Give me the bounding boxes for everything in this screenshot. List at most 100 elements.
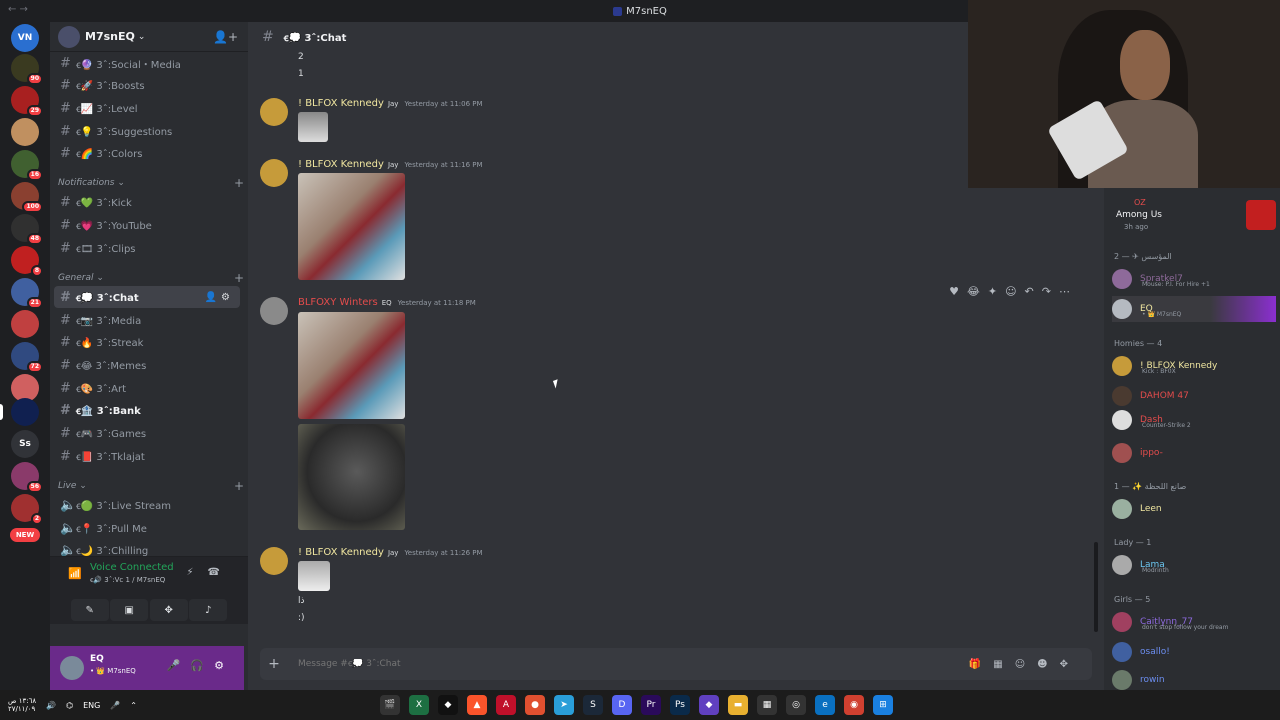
channel-item[interactable]: # ꞓ💡 3ˆ:Suggestions — [54, 120, 240, 142]
member-item[interactable]: Lama Modrinth — [1112, 552, 1276, 578]
member-item[interactable]: Leen — [1112, 496, 1276, 522]
server-icon[interactable] — [11, 398, 39, 426]
member-item[interactable]: Dash Counter-Strike 2 — [1112, 407, 1276, 433]
mic-icon[interactable]: 🎤 — [110, 701, 120, 710]
server-icon[interactable]: 48 — [11, 214, 43, 245]
server-icon[interactable]: 100 — [11, 182, 43, 213]
mic-headset-settings-icons[interactable]: 🎤🎧⚙ — [167, 659, 234, 672]
server-icon[interactable]: 56 — [11, 462, 43, 493]
windows-icon[interactable]: ⊞ — [873, 695, 893, 715]
server-icon[interactable] — [11, 310, 39, 338]
activities-button[interactable]: ✥ — [149, 599, 188, 621]
camera-off-button[interactable]: ✎ — [70, 599, 109, 621]
server-icon[interactable] — [11, 118, 39, 146]
server-icon[interactable]: 90 — [11, 54, 43, 85]
channel-item-selected[interactable]: # ꞓ💭 3ˆ:Chat 👤⚙ — [54, 286, 240, 308]
photoshop-icon[interactable]: Ps — [670, 695, 690, 715]
author-name[interactable]: ! BLFOX Kennedy — [298, 98, 384, 109]
folder-icon[interactable]: ▬ — [728, 695, 748, 715]
server-icon[interactable]: VN — [11, 24, 39, 52]
server-header[interactable]: M7snEQ ⌄ 👤+ — [50, 22, 248, 52]
voice-channel-path[interactable]: ꞓ🔊 3ˆ:Vc 1 / M7snEQ — [90, 576, 165, 585]
message-image[interactable] — [298, 561, 330, 591]
acrobat-icon[interactable]: A — [496, 695, 516, 715]
voice-channel-item[interactable]: 🔈 ꞓ📍 3ˆ:Pull Me — [54, 517, 240, 539]
avatar[interactable] — [60, 656, 84, 680]
github-icon[interactable]: ◎ — [786, 695, 806, 715]
premiere-icon[interactable]: Pr — [641, 695, 661, 715]
channel-item[interactable]: # ꞓ🔥 3ˆ:Streak — [54, 331, 240, 353]
category-general[interactable]: General ⌄ + — [58, 270, 244, 286]
avatar[interactable] — [260, 159, 288, 187]
member-item[interactable]: ippo- — [1112, 440, 1276, 466]
channel-item[interactable]: # ꞓ🎮 3ˆ:Games — [54, 422, 240, 444]
member-item[interactable]: EQ • 👑 M7snEQ — [1112, 296, 1276, 322]
edge-icon[interactable]: e — [815, 695, 835, 715]
member-item[interactable]: Spratkel7 Mouse: P.I. For Hire +1 — [1112, 266, 1276, 292]
add-channel-icon[interactable]: + — [234, 271, 244, 285]
avatar[interactable] — [260, 547, 288, 575]
channel-item[interactable]: # ꞓ💗 3ˆ:YouTube — [54, 214, 240, 236]
chevron-up-icon[interactable]: ⌃ — [130, 701, 137, 710]
server-icon[interactable]: 29 — [11, 86, 43, 117]
activity-card[interactable]: OZ Among Us 3h ago — [1114, 196, 1276, 236]
member-item[interactable]: rowin — [1112, 667, 1276, 690]
server-ss[interactable]: Ss — [11, 430, 39, 458]
author-name[interactable]: BLFOXY Winters — [298, 297, 378, 308]
steam-icon[interactable]: S — [583, 695, 603, 715]
scrollbar[interactable] — [1094, 542, 1098, 632]
app-icon[interactable]: ◆ — [699, 695, 719, 715]
add-channel-icon[interactable]: + — [234, 479, 244, 493]
app-icon[interactable]: ● — [525, 695, 545, 715]
member-item[interactable]: ! BLFOX Kennedy Kick : BF0X — [1112, 353, 1276, 379]
server-icon[interactable]: 72 — [11, 342, 43, 373]
network-icon[interactable]: ⌬ — [66, 701, 73, 710]
message-image[interactable] — [298, 112, 328, 142]
channel-item[interactable]: # ꞓ💚 3ˆ:Kick — [54, 191, 240, 213]
message-author[interactable]: ! BLFOX Kennedy Jay Yesterday at 11:16 PM — [298, 159, 483, 170]
language-indicator[interactable]: ENG — [83, 701, 100, 710]
nav-arrows-icon[interactable]: ← → — [8, 4, 28, 15]
screen-share-button[interactable]: ▣ — [110, 599, 149, 621]
volume-icon[interactable]: 🔊 — [46, 701, 56, 710]
disconnect-icon[interactable]: ⚡☎ — [187, 567, 234, 578]
message-image[interactable] — [298, 312, 405, 419]
category-notifications[interactable]: Notifications ⌄ + — [58, 175, 244, 191]
server-icon[interactable]: 21 — [11, 278, 43, 309]
message-image[interactable] — [298, 173, 405, 280]
channel-item[interactable]: # ꞓ🔮 3ˆ:Social・Media — [54, 52, 240, 74]
member-item[interactable]: Caitlynn_77 don't stop follow your dream — [1112, 609, 1276, 635]
brave-icon[interactable]: ▲ — [467, 695, 487, 715]
avatar[interactable] — [260, 297, 288, 325]
app-icon[interactable]: ◆ — [438, 695, 458, 715]
server-icon[interactable]: 8 — [11, 246, 43, 277]
channel-item[interactable]: # ꞓ🎞 3ˆ:Clips — [54, 237, 240, 259]
author-name[interactable]: ! BLFOX Kennedy — [298, 159, 384, 170]
clock[interactable]: ١٣:٦٨ ص ٢٧/١١/٠٩ — [8, 697, 36, 713]
message-input[interactable] — [288, 659, 969, 669]
message-author[interactable]: BLFOXY Winters EQ Yesterday at 11:18 PM — [298, 297, 476, 308]
new-badge[interactable]: NEW — [10, 528, 40, 542]
message-image[interactable] — [298, 424, 405, 530]
avatar[interactable] — [260, 98, 288, 126]
message-hover-toolbar[interactable]: ♥😂✦☺↶↷⋯ — [949, 285, 1078, 298]
member-item[interactable]: osallo! — [1112, 639, 1276, 665]
store-icon[interactable]: ▦ — [757, 695, 777, 715]
user-panel[interactable]: EQ • 👑 M7snEQ 🎤🎧⚙ — [50, 646, 244, 690]
add-channel-icon[interactable]: + — [234, 176, 244, 190]
channel-item[interactable]: # ꞓ📷 3ˆ:Media — [54, 309, 240, 331]
clapper-icon[interactable]: 🎬 — [380, 695, 400, 715]
channel-item[interactable]: # ꞓ🚀 3ˆ:Boosts — [54, 74, 240, 96]
category-live[interactable]: Live ⌄ + — [58, 478, 244, 494]
voice-channel-item[interactable]: 🔈 ꞓ🟢 3ˆ:Live Stream — [54, 494, 240, 516]
member-item[interactable]: DAHOM 47 — [1112, 383, 1276, 409]
server-icon[interactable]: 2 — [11, 494, 43, 525]
author-name[interactable]: ! BLFOX Kennedy — [298, 547, 384, 558]
discord-icon[interactable]: D — [612, 695, 632, 715]
message-author[interactable]: ! BLFOX Kennedy Jay Yesterday at 11:06 PM — [298, 98, 483, 109]
server-icon[interactable]: 16 — [11, 150, 43, 181]
telegram-icon[interactable]: ➤ — [554, 695, 574, 715]
chrome-icon[interactable]: ◉ — [844, 695, 864, 715]
channel-item-unread[interactable]: # ꞓ🏦 3ˆ:Bank — [54, 399, 240, 421]
channel-item[interactable]: # ꞓ📕 3ˆ:Tklajat — [54, 445, 240, 467]
